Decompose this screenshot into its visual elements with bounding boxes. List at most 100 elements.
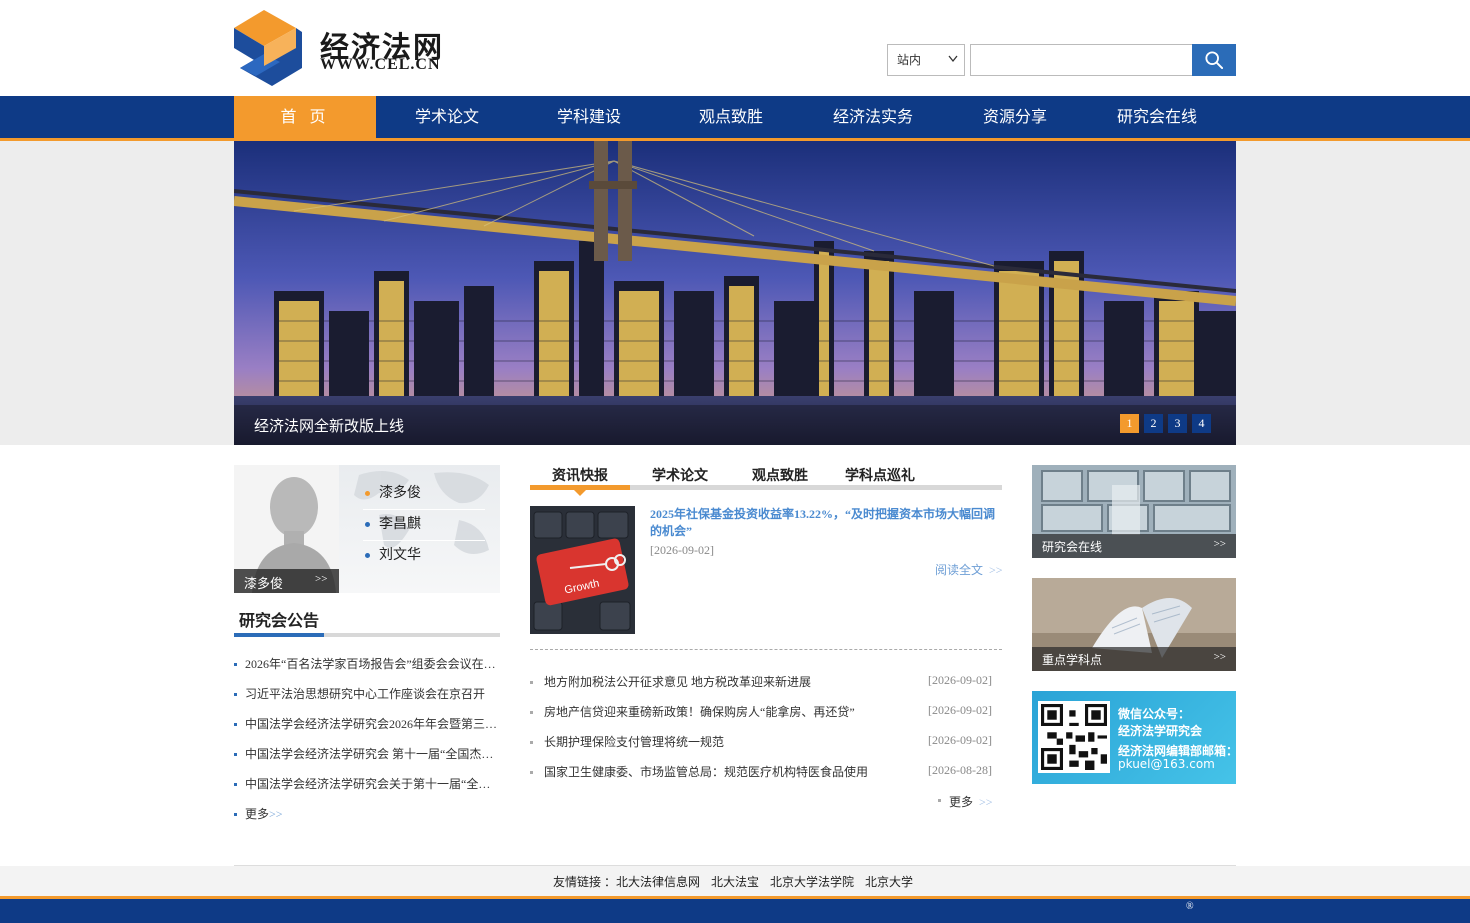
- tab-viewpoints[interactable]: 观点致胜: [730, 465, 830, 485]
- news-title: 房地产信贷迎来重磅新政策！确保购房人“能拿房、再还贷”: [544, 705, 855, 719]
- nav-item-papers[interactable]: 学术论文: [376, 96, 518, 138]
- feature-title[interactable]: 2025年社保基金投资收益率13.22%，“及时把握资本市场大幅回调的机会”: [650, 506, 1000, 540]
- notice-item[interactable]: 中国法学会经济法学研究会2026年年会暨第三届全国经济法学学术研讨会: [234, 715, 500, 735]
- expert-featured-name[interactable]: 漆多俊: [244, 573, 283, 592]
- news-item[interactable]: 国家卫生健康委、市场监管总局：规范医疗机构特医食品使用 [2026-08-28]: [530, 763, 992, 783]
- search-button[interactable]: [1192, 44, 1236, 76]
- read-more-label: 阅读全文: [935, 563, 984, 577]
- bullet-icon: [938, 799, 941, 802]
- nav-item-society-online[interactable]: 研究会在线: [1086, 96, 1228, 138]
- bullet-icon: [234, 663, 237, 666]
- feature-date: [2026-09-02]: [650, 543, 714, 557]
- city-bridge-image: [234, 141, 1236, 445]
- bullet-icon: [365, 491, 370, 496]
- site-logo[interactable]: 经济法网 WWW.CEL.CN: [234, 10, 454, 86]
- bullet-icon: [234, 723, 237, 726]
- news-divider: [530, 649, 1002, 650]
- expert-more-link[interactable]: >>: [315, 573, 327, 585]
- notice-more-arrows: >>: [269, 807, 283, 821]
- banner-page-3[interactable]: 3: [1168, 414, 1187, 433]
- registered-mark: ®: [1186, 901, 1194, 912]
- bullet-icon: [234, 753, 237, 756]
- side-card-key-discipline[interactable]: 重点学科点 >>: [1032, 578, 1236, 671]
- feature-image[interactable]: Growth: [530, 506, 635, 634]
- wechat-card: 微信公众号： 经济法学研究会 经济法网编辑部邮箱： pkuel@163.com: [1032, 691, 1238, 784]
- notice-item[interactable]: 习近平法治思想研究中心工作座谈会在京召开: [234, 685, 500, 705]
- chevron-down-icon: [948, 55, 958, 63]
- banner-pager: 1 2 3 4: [1120, 414, 1211, 433]
- notice-more-label: 更多: [245, 807, 270, 821]
- notice-text: 中国法学会经济法学研究会关于第十一届“全国杰出青年经济法学家”: [245, 777, 500, 791]
- friend-link[interactable]: 北京大学: [865, 875, 913, 889]
- expert-photo[interactable]: 漆多俊 >>: [234, 465, 339, 593]
- banner-page-1[interactable]: 1: [1120, 414, 1139, 433]
- qr-code-icon[interactable]: [1038, 701, 1110, 773]
- side-card-society-online[interactable]: 研究会在线 >>: [1032, 465, 1236, 558]
- side-card-more: >>: [1213, 651, 1226, 663]
- wechat-label: 微信公众号：: [1118, 707, 1191, 721]
- expert-name: 刘文华: [379, 547, 421, 563]
- logo-mark-icon: [234, 10, 302, 86]
- notice-text: 习近平法治思想研究中心工作座谈会在京召开: [245, 687, 486, 701]
- banner-caption[interactable]: 经济法网全新改版上线: [254, 415, 404, 436]
- expert-name: 漆多俊: [379, 485, 421, 501]
- nav-item-resources[interactable]: 资源分享: [944, 96, 1086, 138]
- news-more-arrows: >>: [979, 795, 993, 809]
- search-scope-value: 站内: [897, 53, 922, 67]
- expert-name: 李昌麒: [379, 516, 421, 532]
- read-more-arrows: >>: [989, 563, 1003, 577]
- bullet-icon: [530, 771, 533, 774]
- news-title: 地方附加税法公开征求意见 地方税改革迎来新进展: [544, 675, 812, 689]
- nav-item-viewpoints[interactable]: 观点致胜: [660, 96, 802, 138]
- bullet-icon: [365, 522, 370, 527]
- logo-text-en: WWW.CEL.CN: [320, 56, 441, 73]
- bullet-icon: [530, 711, 533, 714]
- search-icon: [1205, 51, 1223, 69]
- email-address[interactable]: pkuel@163.com: [1118, 757, 1215, 771]
- notice-more-link[interactable]: 更多>>: [234, 805, 500, 825]
- news-more-link[interactable]: 更多 >>: [938, 793, 993, 810]
- bullet-icon: [365, 553, 370, 558]
- bullet-icon: [234, 693, 237, 696]
- site-header: 经济法网 WWW.CEL.CN 站内: [0, 0, 1470, 96]
- expert-item[interactable]: 刘文华: [363, 541, 485, 572]
- expert-item[interactable]: 漆多俊: [363, 479, 485, 510]
- tab-papers[interactable]: 学术论文: [630, 465, 730, 485]
- notice-section-title: 研究会公告: [239, 611, 320, 630]
- friend-link[interactable]: 北京大学法学院: [770, 875, 854, 889]
- friend-links: 友情链接 ：北大法律信息网 北大法宝 北京大学法学院 北京大学: [0, 873, 1470, 890]
- tab-discipline-tour[interactable]: 学科点巡礼: [830, 465, 930, 485]
- notice-text: 中国法学会经济法学研究会 第十一届“全国杰出青年经济法学家”评选: [245, 747, 500, 761]
- news-date: [2026-09-02]: [928, 703, 992, 717]
- news-more-label: 更多: [949, 795, 974, 809]
- notice-item[interactable]: 中国法学会经济法学研究会关于第十一届“全国杰出青年经济法学家”: [234, 775, 500, 795]
- notice-item[interactable]: 2026年“百名法学家百场报告会”组委会会议在京召开: [234, 655, 500, 675]
- banner-page-4[interactable]: 4: [1192, 414, 1211, 433]
- nav-item-discipline[interactable]: 学科建设: [518, 96, 660, 138]
- wechat-account: 经济法学研究会: [1118, 724, 1203, 738]
- news-item[interactable]: 房地产信贷迎来重磅新政策！确保购房人“能拿房、再还贷” [2026-09-02]: [530, 703, 992, 723]
- nav-item-practice[interactable]: 经济法实务: [802, 96, 944, 138]
- news-item[interactable]: 地方附加税法公开征求意见 地方税改革迎来新进展 [2026-09-02]: [530, 673, 992, 693]
- tab-news-brief[interactable]: 资讯快报: [530, 465, 630, 485]
- bullet-icon: [234, 783, 237, 786]
- side-card-label: 研究会在线: [1042, 540, 1103, 554]
- side-card-more: >>: [1213, 538, 1226, 550]
- news-date: [2026-08-28]: [928, 763, 992, 777]
- friend-link[interactable]: 北大法律信息网: [616, 875, 700, 889]
- notice-item[interactable]: 中国法学会经济法学研究会 第十一届“全国杰出青年经济法学家”评选: [234, 745, 500, 765]
- hero-banner[interactable]: 经济法网全新改版上线 1 2 3 4: [234, 141, 1236, 445]
- search-input[interactable]: [970, 44, 1193, 76]
- friend-link[interactable]: 北大法宝: [711, 875, 759, 889]
- tab-active-indicator: [574, 490, 586, 496]
- news-item[interactable]: 长期护理保险支付管理将统一规范 [2026-09-02]: [530, 733, 992, 753]
- news-title: 长期护理保险支付管理将统一规范: [544, 735, 725, 749]
- main-nav: 首 页 学术论文 学科建设 观点致胜 经济法实务 资源分享 研究会在线: [0, 96, 1470, 141]
- qr-code-pattern: [1041, 704, 1107, 770]
- expert-item[interactable]: 李昌麒: [363, 510, 485, 541]
- read-more-link[interactable]: 阅读全文 >>: [935, 561, 1003, 578]
- banner-page-2[interactable]: 2: [1144, 414, 1163, 433]
- search-scope-select[interactable]: 站内: [887, 44, 965, 76]
- nav-item-home[interactable]: 首 页: [234, 96, 376, 138]
- notice-divider-active: [234, 633, 324, 637]
